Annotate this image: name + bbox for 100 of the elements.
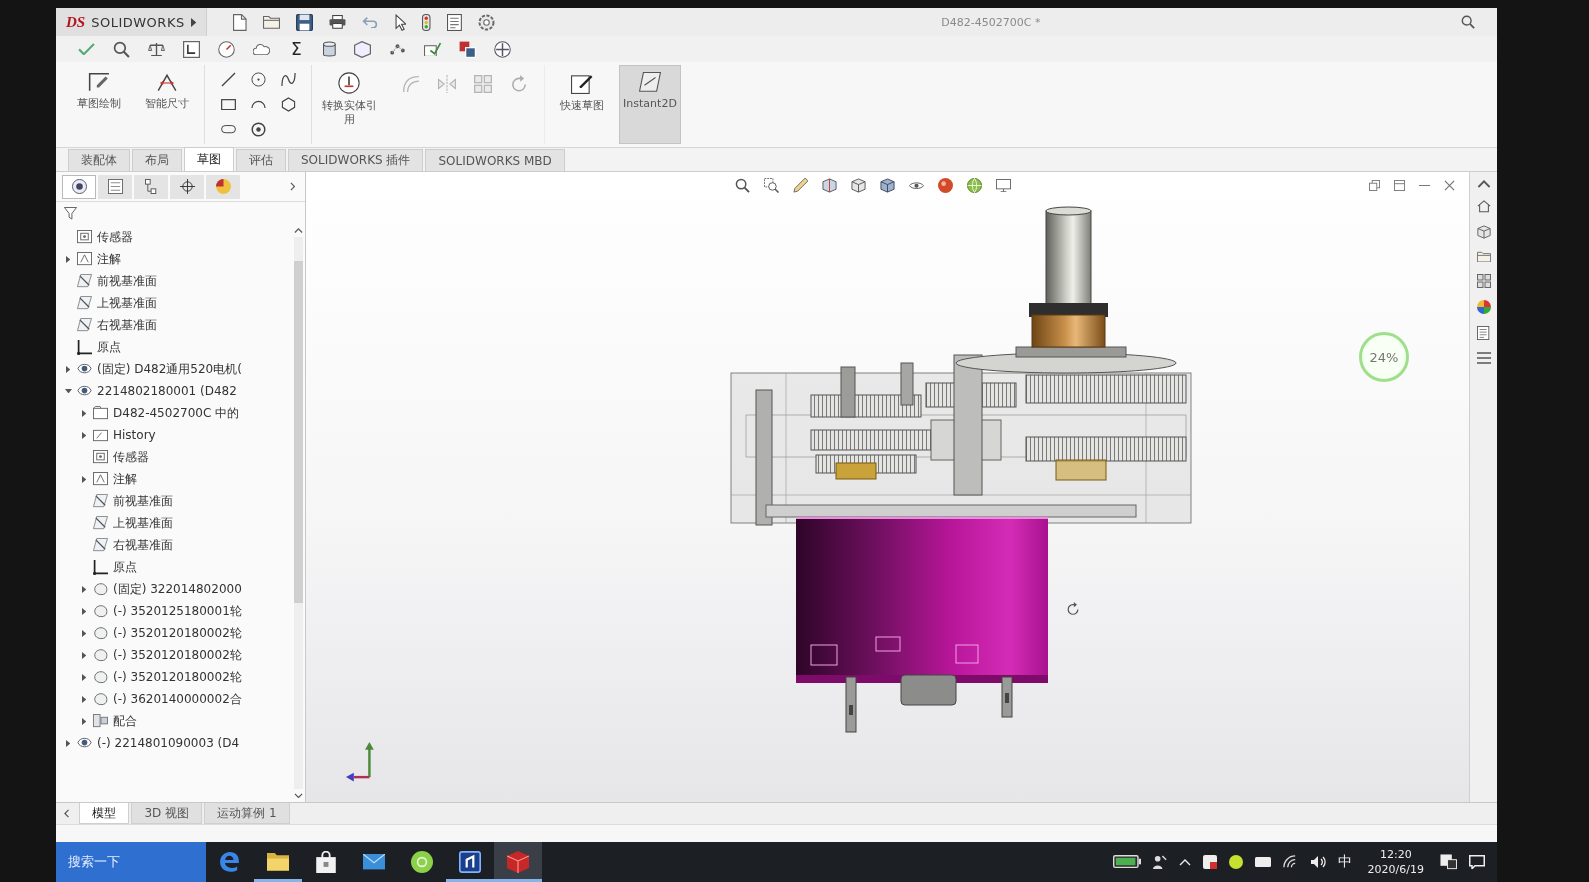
- caret-right-icon[interactable]: [81, 607, 87, 615]
- section-view-icon[interactable]: [822, 178, 837, 193]
- tree-item[interactable]: (-) 3620140000002合: [90, 689, 245, 709]
- caret-right-icon[interactable]: [65, 255, 71, 263]
- folder-icon[interactable]: [262, 15, 280, 29]
- ribbon-command[interactable]: 快速草图: [551, 65, 613, 144]
- tree-item[interactable]: 原点: [90, 557, 140, 577]
- caret-right-icon[interactable]: [65, 365, 71, 373]
- arc-icon[interactable]: [250, 100, 266, 109]
- shaded-cube-icon[interactable]: [880, 178, 895, 193]
- list-icon[interactable]: [1476, 352, 1491, 364]
- dotted-points-icon[interactable]: [388, 41, 406, 57]
- ribbon-command[interactable]: Instant2D: [619, 65, 681, 144]
- tree-item[interactable]: 注解: [74, 249, 124, 269]
- close-icon[interactable]: [1444, 180, 1455, 191]
- caret-up-icon[interactable]: [1178, 858, 1191, 866]
- caret-right-icon[interactable]: [81, 431, 87, 439]
- tree-item[interactable]: (-) 3520125180001轮: [90, 601, 245, 621]
- panel-tab[interactable]: [62, 174, 96, 199]
- tree-item[interactable]: (-) 3520120180002轮: [90, 623, 245, 643]
- point-icon[interactable]: [250, 122, 266, 137]
- tree-item[interactable]: (-) 3520120180002轮: [90, 645, 245, 665]
- caret-right-icon[interactable]: [81, 475, 87, 483]
- grid-icon[interactable]: [1476, 274, 1491, 288]
- eye-icon[interactable]: [909, 180, 924, 191]
- house-icon[interactable]: [1476, 200, 1491, 213]
- search-button[interactable]: 搜索一下: [56, 842, 206, 882]
- battery-icon[interactable]: [1113, 855, 1142, 869]
- scroll-left-icon[interactable]: [64, 809, 70, 818]
- input-method-indicator[interactable]: 中: [1337, 853, 1352, 871]
- tab[interactable]: 评估: [236, 149, 286, 171]
- tree-item[interactable]: History: [90, 427, 159, 443]
- property-sheet-icon[interactable]: [446, 13, 462, 31]
- balance-scale-icon[interactable]: [148, 41, 165, 57]
- scroll-up-icon[interactable]: [293, 228, 303, 234]
- caret-right-icon[interactable]: [81, 409, 87, 417]
- two-squares-icon[interactable]: [458, 40, 476, 58]
- tree-item[interactable]: 原点: [74, 337, 124, 357]
- tree-item[interactable]: (-) 2214801090003 (D4: [74, 735, 243, 751]
- tray-round-app-icon[interactable]: [1228, 855, 1243, 869]
- pointer-cursor-icon[interactable]: [394, 13, 407, 31]
- rectangle-icon[interactable]: [220, 98, 236, 111]
- tab[interactable]: 3D 视图: [131, 803, 203, 824]
- caret-right-icon[interactable]: [81, 651, 87, 659]
- cube-icon[interactable]: [851, 178, 866, 193]
- caret-right-icon[interactable]: [81, 695, 87, 703]
- clock-time[interactable]: 12:20: [1379, 846, 1412, 862]
- tree-item[interactable]: 注解: [90, 469, 140, 489]
- new-document-icon[interactable]: [233, 13, 247, 31]
- settings-icon[interactable]: [477, 13, 495, 31]
- sphere-icon[interactable]: [938, 178, 953, 193]
- traffic-light-icon[interactable]: [422, 13, 431, 31]
- monitor-icon[interactable]: [996, 178, 1011, 193]
- ribbon-command[interactable]: 智能尺寸: [136, 65, 198, 144]
- tab[interactable]: 运动算例 1: [204, 803, 290, 824]
- tree-item[interactable]: 上视基准面: [74, 293, 160, 313]
- tree-item[interactable]: 前视基准面: [74, 271, 160, 291]
- zoom-icon[interactable]: [735, 178, 750, 193]
- ribbon-command[interactable]: 草图绘制: [68, 65, 130, 144]
- tree-item[interactable]: 前视基准面: [90, 491, 176, 511]
- people-icon[interactable]: [1153, 854, 1167, 870]
- stacked-windows-icon[interactable]: [1440, 854, 1457, 870]
- globe-icon[interactable]: [967, 178, 982, 193]
- line-icon[interactable]: [220, 72, 236, 87]
- tree-item[interactable]: 右视基准面: [90, 535, 176, 555]
- slot-icon[interactable]: [220, 125, 236, 134]
- speaker-icon[interactable]: [1309, 855, 1326, 869]
- box-check-icon[interactable]: [423, 41, 441, 57]
- tree-item[interactable]: 传感器: [90, 447, 152, 467]
- tab[interactable]: SOLIDWORKS 插件: [288, 149, 424, 171]
- tab[interactable]: 布局: [132, 149, 182, 171]
- spline-icon[interactable]: [280, 72, 296, 87]
- restore-icon[interactable]: [1369, 180, 1380, 191]
- cylinder-icon[interactable]: [322, 40, 336, 58]
- tree-item[interactable]: 传感器: [74, 227, 136, 247]
- minimize-icon[interactable]: [1419, 184, 1430, 187]
- folder-icon[interactable]: [1476, 250, 1491, 262]
- chevron-up-icon[interactable]: [1476, 180, 1491, 189]
- crossed-circle-icon[interactable]: [493, 40, 511, 58]
- tab[interactable]: 草图: [184, 147, 234, 171]
- tab[interactable]: SOLIDWORKS MBD: [425, 149, 565, 171]
- filter-icon[interactable]: [64, 206, 77, 220]
- chevron-right-icon[interactable]: [289, 182, 295, 191]
- tree-item[interactable]: 上视基准面: [90, 513, 176, 533]
- zoom-area-icon[interactable]: [764, 178, 779, 193]
- printer-icon[interactable]: [328, 15, 346, 29]
- check-icon[interactable]: [78, 42, 95, 56]
- tree-item[interactable]: D482-4502700C 中的: [90, 403, 243, 423]
- page-icon[interactable]: [1477, 326, 1490, 340]
- usage-ring[interactable]: 24%: [1359, 332, 1409, 382]
- hexagon-icon[interactable]: [280, 97, 296, 112]
- tab[interactable]: 装配体: [68, 149, 130, 171]
- cube-icon[interactable]: [1476, 224, 1491, 239]
- caret-right-icon[interactable]: [81, 585, 87, 593]
- caret-right-icon[interactable]: [81, 673, 87, 681]
- gauge-icon[interactable]: [218, 40, 235, 58]
- clock-date[interactable]: 2020/6/19: [1367, 862, 1424, 878]
- caret-right-icon[interactable]: [190, 17, 197, 27]
- scroll-down-icon[interactable]: [293, 792, 303, 798]
- ribbon-command[interactable]: 转换实体引用: [318, 65, 380, 144]
